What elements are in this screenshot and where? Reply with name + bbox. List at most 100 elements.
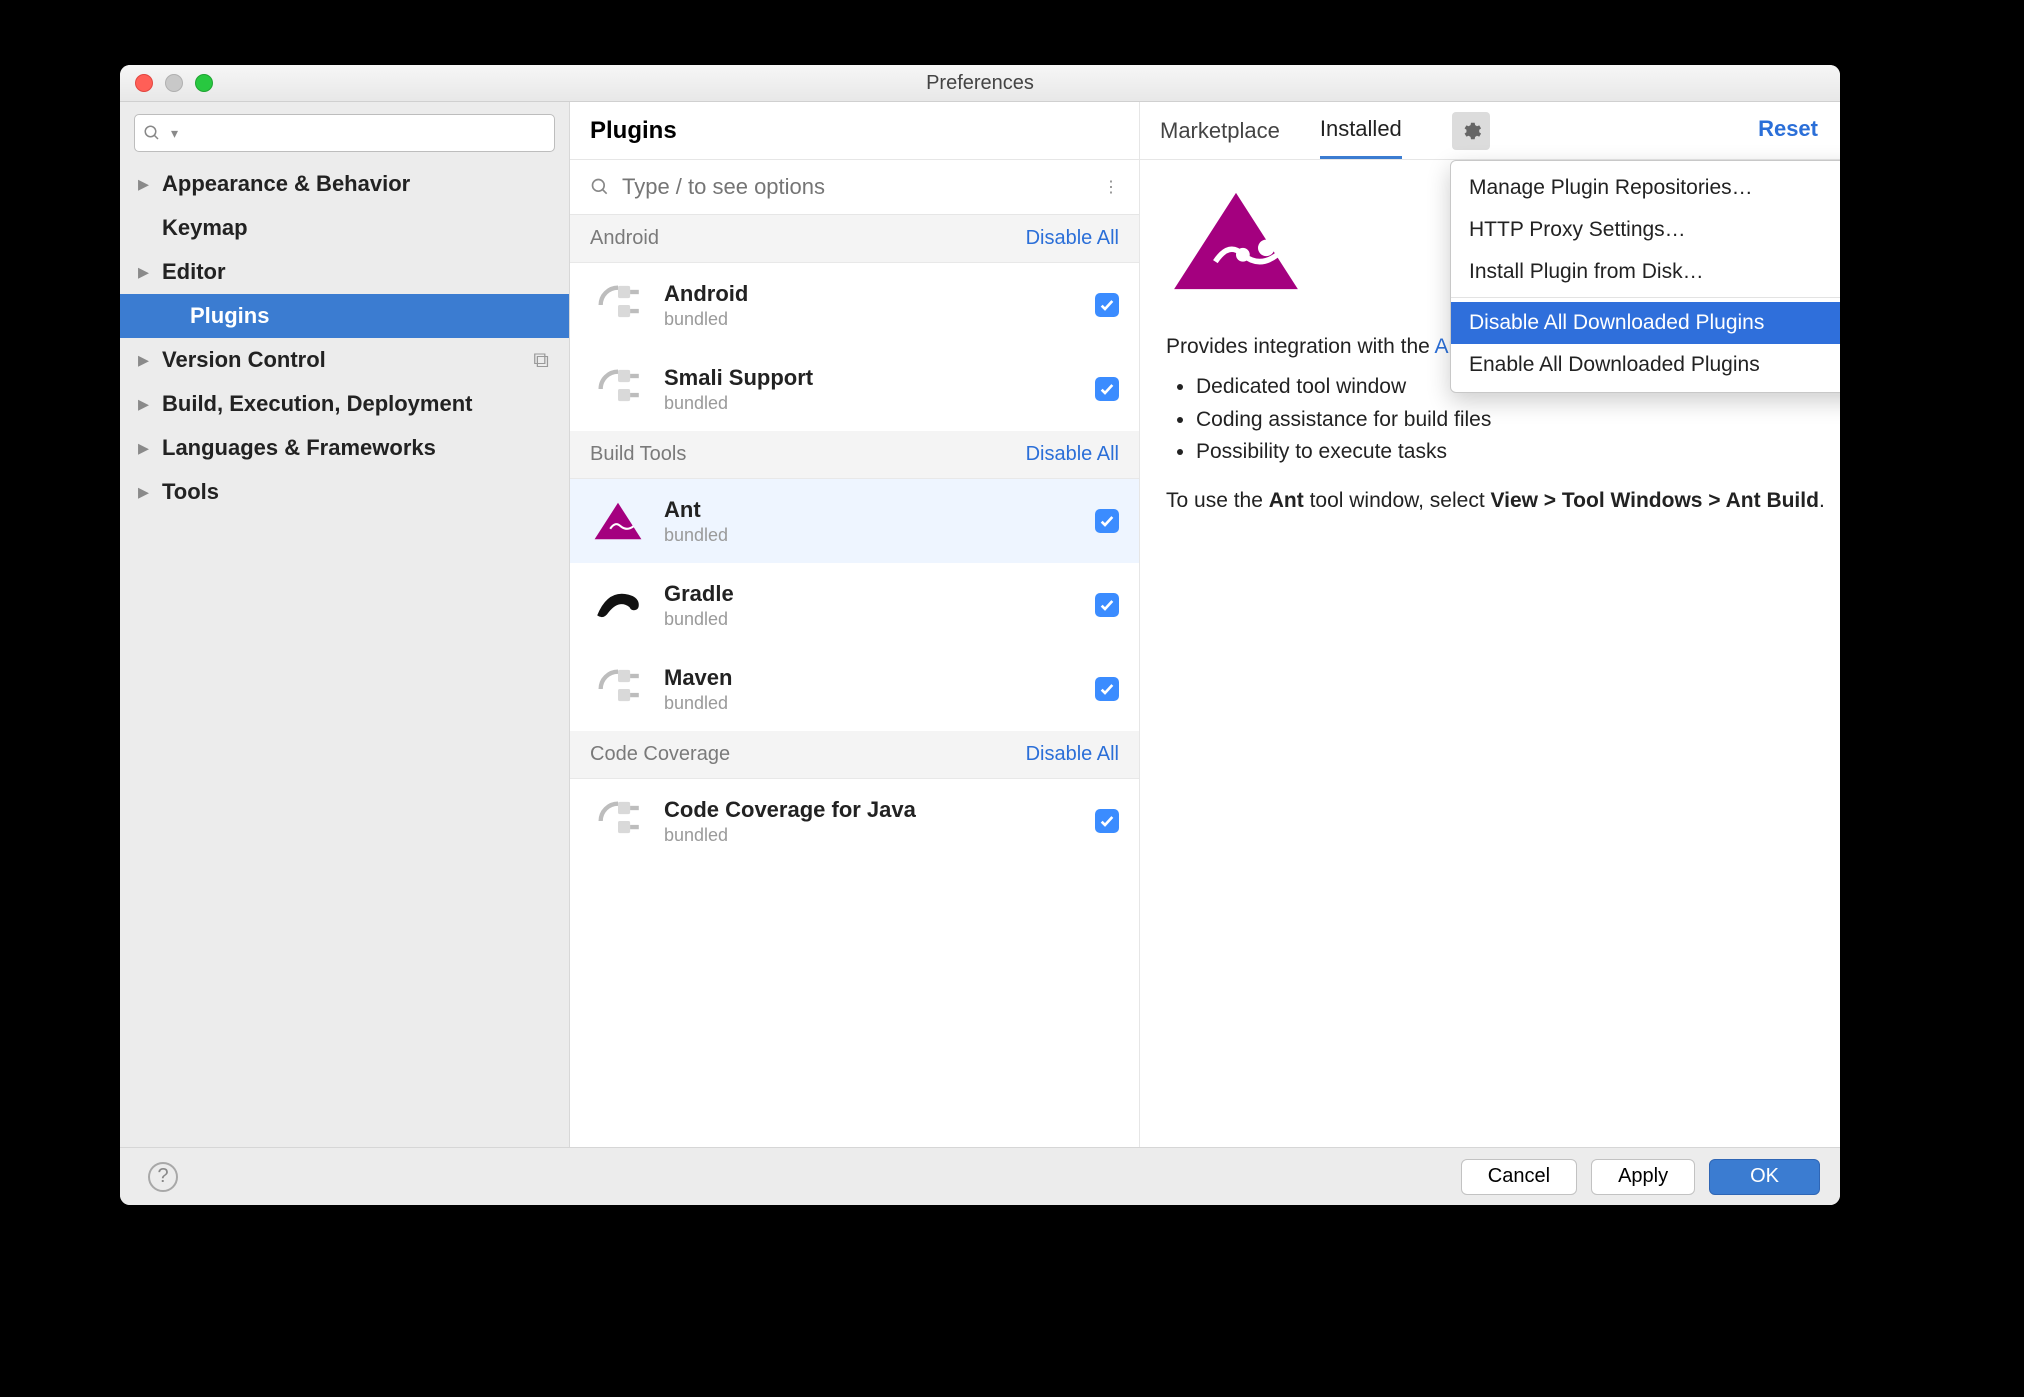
plugin-name: Smali Support: [664, 365, 1077, 391]
expand-arrow-icon: ▸: [138, 259, 152, 285]
plugin-name: Android: [664, 281, 1077, 307]
plugins-search-input[interactable]: [622, 174, 1091, 200]
detail-bullet: Coding assistance for build files: [1196, 404, 1840, 437]
plugin-row[interactable]: Smali Supportbundled: [570, 347, 1139, 431]
sidebar-item-label: Build, Execution, Deployment: [162, 391, 472, 417]
menu-separator: [1451, 297, 1840, 298]
sidebar-search[interactable]: ▾: [134, 114, 555, 152]
expand-arrow-icon: ▸: [138, 435, 152, 461]
plugin-row[interactable]: Code Coverage for Javabundled: [570, 779, 1139, 863]
sidebar-item-languages-frameworks[interactable]: ▸ Languages & Frameworks: [120, 426, 569, 470]
sidebar-item-plugins[interactable]: Plugins: [120, 294, 569, 338]
ok-button[interactable]: OK: [1709, 1159, 1820, 1195]
disable-all-link[interactable]: Disable All: [1026, 443, 1119, 466]
detail-footer-text: To use the Ant tool window, select View …: [1166, 485, 1840, 518]
titlebar: Preferences: [120, 65, 1840, 102]
plugin-group-header: Android Disable All: [570, 215, 1139, 263]
disable-all-link[interactable]: Disable All: [1026, 227, 1119, 250]
plugin-row[interactable]: Androidbundled: [570, 263, 1139, 347]
gear-dropdown: Manage Plugin Repositories…HTTP Proxy Se…: [1450, 160, 1840, 393]
group-name: Build Tools: [590, 443, 686, 466]
plugin-group-header: Code CoverageDisable All: [570, 731, 1139, 779]
gear-menu-item[interactable]: Enable All Downloaded Plugins: [1451, 344, 1840, 386]
sidebar-item-label: Tools: [162, 479, 219, 505]
plugins-search-row: ⋮: [570, 160, 1139, 215]
plugin-group-header: Build Tools Disable All: [570, 431, 1139, 479]
sidebar-item-tools[interactable]: ▸ Tools: [120, 470, 569, 514]
plugin-row[interactable]: Antbundled: [570, 479, 1139, 563]
sidebar-search-input[interactable]: [184, 123, 546, 144]
sidebar-item-label: Keymap: [162, 215, 248, 241]
gear-icon: [1460, 120, 1482, 142]
plugin-name: Ant: [664, 497, 1077, 523]
search-icon: [143, 124, 161, 142]
apply-button[interactable]: Apply: [1591, 1159, 1695, 1195]
more-options-icon[interactable]: ⋮: [1103, 177, 1119, 197]
help-button[interactable]: ?: [148, 1162, 178, 1192]
preferences-window: Preferences ▾ ▸Appearance & Behavior Keym…: [120, 65, 1840, 1205]
sidebar-item-appearance-behavior[interactable]: ▸Appearance & Behavior: [120, 162, 569, 206]
reset-link[interactable]: Reset: [1758, 116, 1818, 142]
detail-bullet: Possibility to execute tasks: [1196, 436, 1840, 469]
gear-menu-item[interactable]: Manage Plugin Repositories…: [1451, 167, 1840, 209]
generic-icon: [590, 793, 646, 849]
search-icon: [590, 177, 610, 197]
gear-menu-item[interactable]: Install Plugin from Disk…: [1451, 251, 1840, 293]
sidebar-tree: ▸Appearance & Behavior Keymap ▸ Editor Plugi…: [120, 162, 569, 514]
plugin-name: Code Coverage for Java: [664, 797, 1077, 823]
plugin-enabled-checkbox[interactable]: [1095, 593, 1119, 617]
group-name: Android: [590, 227, 659, 250]
plugin-row[interactable]: Mavenbundled: [570, 647, 1139, 731]
sidebar-item-label: Plugins: [190, 303, 269, 329]
dialog-footer: ? Cancel Apply OK: [120, 1147, 1840, 1205]
generic-icon: [590, 361, 646, 417]
generic-icon: [590, 661, 646, 717]
plugin-text: Gradlebundled: [664, 581, 1077, 630]
content: ▾ ▸Appearance & Behavior Keymap ▸ Editor Plu…: [120, 102, 1840, 1147]
expand-arrow-icon: ▸: [138, 347, 152, 373]
plugin-subtitle: bundled: [664, 309, 1077, 330]
generic-icon: [590, 277, 646, 333]
sidebar: ▾ ▸Appearance & Behavior Keymap ▸ Editor Plu…: [120, 102, 570, 1147]
plugin-subtitle: bundled: [664, 693, 1077, 714]
disable-all-link[interactable]: Disable All: [1026, 743, 1119, 766]
gear-menu-item[interactable]: Disable All Downloaded Plugins: [1451, 302, 1840, 344]
plugin-text: Mavenbundled: [664, 665, 1077, 714]
sidebar-item-keymap[interactable]: Keymap: [120, 206, 569, 250]
plugin-name: Maven: [664, 665, 1077, 691]
expand-arrow-icon: ▸: [138, 171, 152, 197]
plugin-subtitle: bundled: [664, 525, 1077, 546]
plugin-text: Smali Supportbundled: [664, 365, 1077, 414]
expand-arrow-icon: ▸: [138, 391, 152, 417]
plugin-enabled-checkbox[interactable]: [1095, 809, 1119, 833]
plugin-text: Antbundled: [664, 497, 1077, 546]
plugins-column: Plugins ⋮ AndroidDisable AllAndroidbundl…: [570, 102, 1140, 1147]
tab-marketplace[interactable]: Marketplace: [1160, 102, 1280, 159]
gradle-icon: [590, 577, 646, 633]
plugin-text: Code Coverage for Javabundled: [664, 797, 1077, 846]
plugin-enabled-checkbox[interactable]: [1095, 377, 1119, 401]
plugins-heading: Plugins: [570, 102, 1139, 160]
plugin-enabled-checkbox[interactable]: [1095, 677, 1119, 701]
sidebar-item-version-control[interactable]: ▸Version Control⧉: [120, 338, 569, 382]
sidebar-item-label: Editor: [162, 259, 226, 285]
sidebar-item-editor[interactable]: ▸ Editor: [120, 250, 569, 294]
window-title: Preferences: [120, 72, 1840, 95]
plugin-enabled-checkbox[interactable]: [1095, 293, 1119, 317]
ant-icon: [590, 493, 646, 549]
gear-button[interactable]: [1452, 112, 1490, 150]
sidebar-item-label: Languages & Frameworks: [162, 435, 436, 461]
details-column: Marketplace Installed Reset le: [1140, 102, 1840, 1147]
plugin-enabled-checkbox[interactable]: [1095, 509, 1119, 533]
sidebar-item-label: Version Control: [162, 347, 326, 373]
cancel-button[interactable]: Cancel: [1461, 1159, 1577, 1195]
tab-installed[interactable]: Installed: [1320, 102, 1402, 159]
search-history-icon[interactable]: ▾: [171, 125, 178, 142]
plugin-subtitle: bundled: [664, 609, 1077, 630]
sidebar-item-build-execution-deployment[interactable]: ▸ Build, Execution, Deployment: [120, 382, 569, 426]
gear-menu-item[interactable]: HTTP Proxy Settings…: [1451, 209, 1840, 251]
main: Plugins ⋮ AndroidDisable AllAndroidbundl…: [570, 102, 1840, 1147]
plugin-subtitle: bundled: [664, 825, 1077, 846]
expand-arrow-icon: ▸: [138, 479, 152, 505]
plugin-row[interactable]: Gradlebundled: [570, 563, 1139, 647]
